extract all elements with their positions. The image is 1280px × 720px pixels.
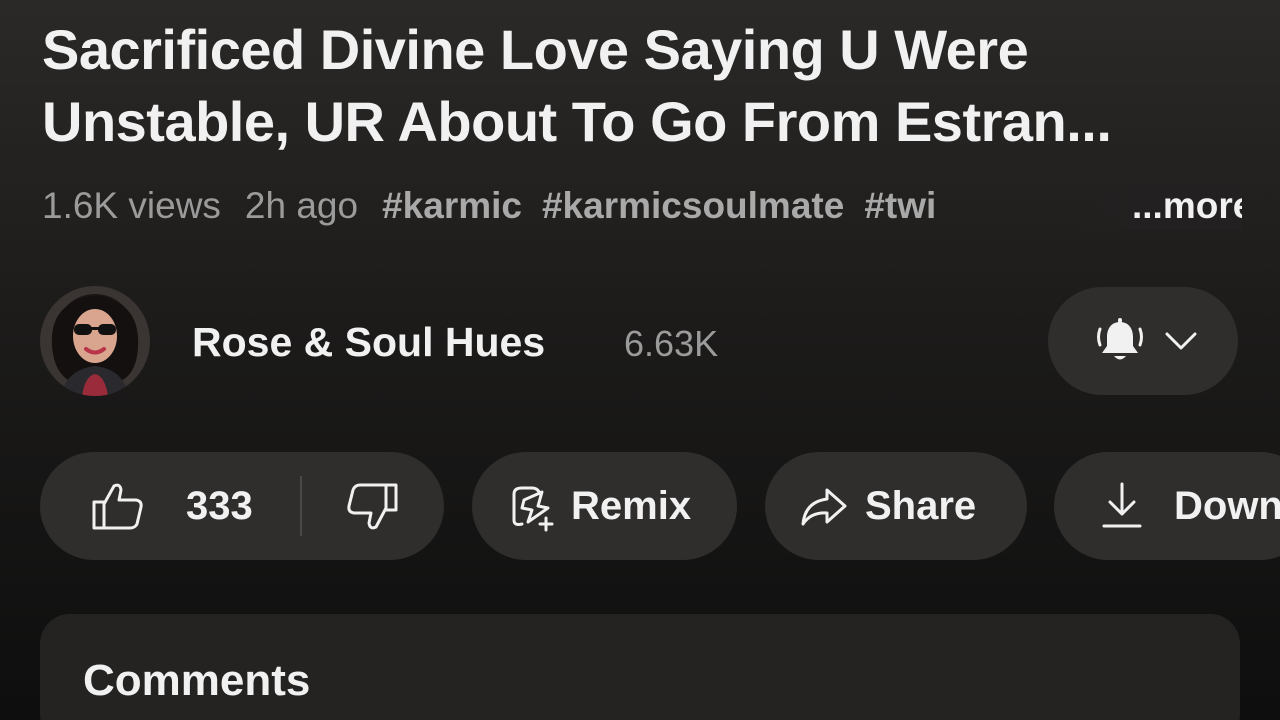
more-button[interactable]: ...more <box>1130 182 1242 230</box>
share-button[interactable]: Share <box>765 452 1027 560</box>
channel-name[interactable]: Rose & Soul Hues <box>192 316 545 368</box>
video-title-line-1: Sacrificed Divine Love Saying U Were <box>42 18 1029 81</box>
channel-row: Rose & Soul Hues 6.63K <box>40 286 1240 396</box>
video-title-line-2: Unstable, UR About To Go From Estran... <box>42 90 1112 153</box>
avatar-image <box>40 286 150 396</box>
remix-button[interactable]: Remix <box>472 452 737 560</box>
like-dislike-group: 333 <box>40 452 444 560</box>
hashtag-karmicsoulmate[interactable]: #karmicsoulmate <box>542 185 844 226</box>
like-count: 333 <box>186 484 253 528</box>
bell-icon <box>1097 318 1143 360</box>
comments-title: Comments <box>83 656 311 705</box>
avatar[interactable] <box>40 286 150 396</box>
thumbs-down-icon[interactable] <box>344 482 400 534</box>
subscriber-count: 6.63K <box>624 323 719 364</box>
download-icon <box>1102 482 1142 528</box>
remix-label: Remix <box>571 484 692 528</box>
subscription-notification-button[interactable] <box>1048 287 1238 395</box>
view-count: 1.6K views <box>42 185 221 226</box>
download-label: Down <box>1174 484 1280 528</box>
share-label: Share <box>865 484 977 528</box>
share-icon <box>801 488 847 526</box>
comments-section[interactable]: Comments <box>40 614 1240 720</box>
thumbs-up-icon[interactable] <box>90 480 146 532</box>
video-title[interactable]: Sacrificed Divine Love Saying U Were Uns… <box>42 14 1242 158</box>
action-bar: 333 Remix Share Down <box>40 452 1280 560</box>
download-button[interactable]: Down <box>1054 452 1280 560</box>
hashtag-truncated[interactable]: #twi <box>864 185 936 226</box>
chevron-down-icon <box>1165 332 1197 350</box>
hashtag-karmic[interactable]: #karmic <box>382 185 522 226</box>
upload-time: 2h ago <box>244 185 359 226</box>
video-metadata[interactable]: 1.6K views 2h ago #karmic #karmicsoulmate #t… <box>42 182 1242 230</box>
like-divider <box>300 476 302 536</box>
remix-icon <box>512 486 554 532</box>
